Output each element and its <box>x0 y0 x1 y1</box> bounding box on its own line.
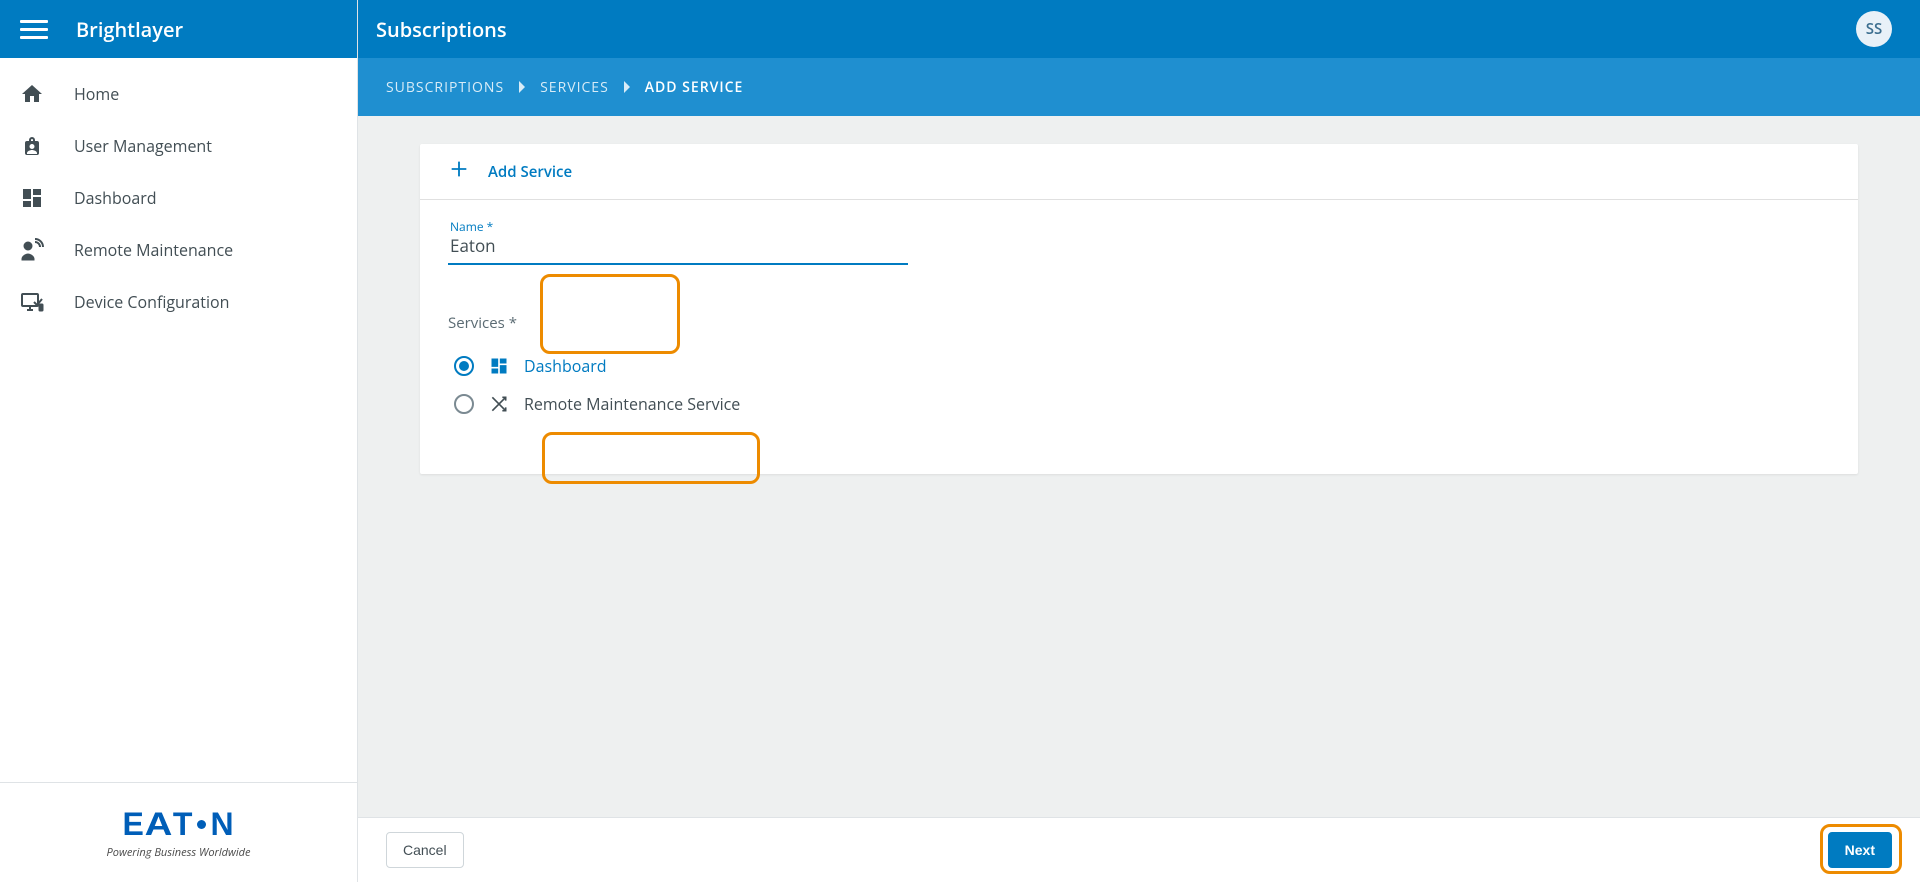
app-title: Brightlayer <box>76 16 183 43</box>
card-title: Add Service <box>488 162 572 182</box>
services-field-label: Services * <box>448 313 1830 333</box>
plus-icon <box>448 158 470 185</box>
radio-icon <box>454 394 474 414</box>
chevron-right-icon <box>518 81 526 93</box>
shuffle-icon <box>488 393 510 415</box>
user-mgmt-icon <box>20 134 44 158</box>
footer-bar: Cancel Next <box>358 817 1920 882</box>
card-header: Add Service <box>420 144 1858 200</box>
topbar: Subscriptions SS <box>358 0 1920 58</box>
service-option-dashboard[interactable]: Dashboard <box>448 347 1830 385</box>
sidebar-footer: EATN Powering Business Worldwide <box>0 782 357 882</box>
sidebar-item-label: User Management <box>74 135 212 157</box>
sidebar-header: Brightlayer <box>0 0 357 58</box>
name-field-wrap: Name * <box>448 220 908 265</box>
page-title: Subscriptions <box>376 16 507 43</box>
sidebar-item-home[interactable]: Home <box>0 68 357 120</box>
name-input[interactable] <box>448 220 908 265</box>
eaton-tagline: Powering Business Worldwide <box>107 845 251 860</box>
add-service-card: Add Service Name * Services * Dashboard … <box>420 144 1858 474</box>
home-icon <box>20 82 44 106</box>
cancel-button[interactable]: Cancel <box>386 832 464 868</box>
sidebar-item-label: Dashboard <box>74 187 157 209</box>
device-config-icon <box>20 290 44 314</box>
dashboard-icon <box>488 355 510 377</box>
service-option-label: Dashboard <box>524 355 607 377</box>
radio-icon <box>454 356 474 376</box>
breadcrumb: SUBSCRIPTIONS SERVICES ADD SERVICE <box>358 58 1920 116</box>
dashboard-icon <box>20 186 44 210</box>
remote-maint-icon <box>20 238 44 262</box>
sidebar-item-label: Remote Maintenance <box>74 239 233 261</box>
sidebar-item-label: Home <box>74 83 119 105</box>
next-button[interactable]: Next <box>1828 832 1892 868</box>
name-field-label: Name * <box>450 218 493 235</box>
main: Subscriptions SS SUBSCRIPTIONS SERVICES … <box>358 0 1920 882</box>
sidebar-item-user-management[interactable]: User Management <box>0 120 357 172</box>
breadcrumb-services[interactable]: SERVICES <box>540 78 609 97</box>
avatar[interactable]: SS <box>1856 11 1892 47</box>
sidebar: Brightlayer Home User Management Dashboa… <box>0 0 358 882</box>
service-option-remote-maintenance[interactable]: Remote Maintenance Service <box>448 385 1830 423</box>
sidebar-item-remote-maintenance[interactable]: Remote Maintenance <box>0 224 357 276</box>
sidebar-item-device-configuration[interactable]: Device Configuration <box>0 276 357 328</box>
eaton-logo: EATN <box>122 806 234 843</box>
content-area[interactable]: Add Service Name * Services * Dashboard … <box>358 116 1920 817</box>
breadcrumb-subscriptions[interactable]: SUBSCRIPTIONS <box>386 78 504 97</box>
chevron-right-icon <box>623 81 631 93</box>
sidebar-item-dashboard[interactable]: Dashboard <box>0 172 357 224</box>
sidebar-nav: Home User Management Dashboard Remote Ma… <box>0 58 357 782</box>
service-option-label: Remote Maintenance Service <box>524 393 740 415</box>
breadcrumb-add-service: ADD SERVICE <box>645 78 744 97</box>
sidebar-item-label: Device Configuration <box>74 291 229 313</box>
card-body: Name * Services * Dashboard Remote Maint… <box>420 200 1858 453</box>
menu-icon[interactable] <box>20 15 48 43</box>
